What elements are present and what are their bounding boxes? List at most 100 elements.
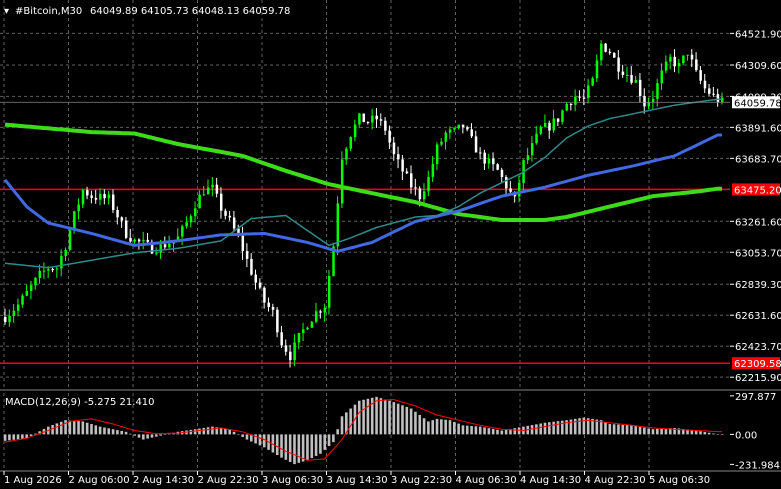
macd-histogram-bar bbox=[362, 399, 365, 435]
macd-histogram-bar bbox=[388, 400, 391, 435]
macd-histogram-bar bbox=[232, 431, 236, 435]
candle-body bbox=[345, 148, 348, 160]
macd-histogram-bar bbox=[98, 426, 102, 435]
candle-body bbox=[185, 222, 188, 227]
candle-body bbox=[120, 217, 124, 221]
macd-histogram-bar bbox=[21, 434, 24, 439]
time-tick-label: 2 Aug 22:30 bbox=[198, 475, 259, 486]
macd-histogram-bar bbox=[146, 434, 149, 439]
macd-histogram-bar bbox=[206, 427, 210, 435]
macd-histogram-bar bbox=[465, 425, 469, 435]
macd-histogram-bar bbox=[280, 434, 283, 458]
candle-body bbox=[219, 193, 223, 211]
trading-chart[interactable]: 63475.2062309.58 64521.9064309.6064099.3… bbox=[0, 0, 781, 489]
candle-body bbox=[60, 255, 63, 269]
macd-histogram-bar bbox=[643, 427, 646, 435]
macd-histogram-bar bbox=[72, 420, 76, 435]
candle-body bbox=[384, 120, 387, 131]
macd-histogram-bar bbox=[103, 427, 106, 435]
macd-histogram-bar bbox=[336, 429, 339, 435]
candle-body bbox=[155, 252, 158, 254]
macd-histogram-bar bbox=[12, 434, 16, 440]
candle-body bbox=[582, 97, 586, 99]
candle-body bbox=[224, 210, 227, 216]
macd-histogram-bar bbox=[3, 434, 7, 441]
time-tick-label: 3 Aug 14:30 bbox=[327, 475, 388, 486]
candle-body bbox=[405, 171, 409, 174]
macd-histogram-bar bbox=[694, 430, 698, 435]
candle-body bbox=[526, 155, 530, 161]
price-tick-label: 62215.90 bbox=[735, 373, 781, 384]
candle-body bbox=[271, 307, 275, 310]
candle-body bbox=[228, 215, 232, 218]
candle-body bbox=[302, 329, 305, 334]
macd-histogram-bar bbox=[608, 424, 612, 435]
macd-histogram-bar bbox=[202, 427, 206, 435]
macd-histogram-bar bbox=[81, 421, 85, 435]
macd-histogram-bar bbox=[513, 428, 517, 435]
macd-histogram-bar bbox=[414, 411, 417, 435]
candle-body bbox=[362, 113, 365, 123]
candle-body bbox=[55, 268, 59, 270]
macd-histogram-bar bbox=[327, 434, 331, 447]
candle-body bbox=[215, 184, 219, 194]
candle-body bbox=[284, 345, 288, 352]
price-tick-label: 62423.70 bbox=[735, 342, 781, 353]
macd-histogram-bar bbox=[116, 430, 119, 435]
macd-histogram-bar bbox=[349, 408, 352, 435]
candle-body bbox=[664, 61, 668, 71]
macd-histogram-bar bbox=[163, 434, 167, 435]
macd-histogram-bar bbox=[224, 428, 227, 435]
candle-body bbox=[496, 164, 499, 170]
macd-histogram-bar bbox=[16, 434, 20, 440]
current-price-label: 64059.78 bbox=[734, 98, 781, 109]
chart-menu-arrow-icon[interactable]: ▾ bbox=[4, 6, 9, 17]
macd-histogram-bar bbox=[664, 428, 668, 435]
candle-body bbox=[25, 290, 29, 296]
macd-histogram-bar bbox=[375, 396, 378, 435]
candle-body bbox=[479, 152, 482, 154]
macd-histogram-bar bbox=[142, 434, 145, 440]
macd-histogram-bar bbox=[193, 429, 197, 435]
candle-body bbox=[47, 269, 50, 271]
macd-histogram-bar bbox=[314, 434, 318, 456]
macd-histogram-bar bbox=[453, 421, 456, 435]
candle-body bbox=[34, 277, 37, 286]
candle-body bbox=[453, 128, 456, 130]
macd-histogram-bar bbox=[150, 434, 154, 438]
candle-body bbox=[64, 249, 67, 256]
macd-histogram-bar bbox=[530, 425, 534, 435]
candle-body bbox=[137, 239, 141, 242]
candle-body bbox=[625, 74, 629, 76]
candle-body bbox=[660, 70, 664, 84]
candle-body bbox=[591, 78, 594, 86]
candle-body bbox=[427, 176, 430, 192]
candle-body bbox=[561, 110, 564, 122]
macd-histogram-bar bbox=[107, 428, 111, 435]
macd-histogram-bar bbox=[198, 428, 201, 435]
candle-body bbox=[608, 51, 612, 54]
macd-histogram-bar bbox=[470, 425, 473, 435]
candle-body bbox=[530, 143, 534, 156]
macd-histogram-bar bbox=[612, 424, 616, 435]
macd-histogram-bar bbox=[129, 433, 132, 435]
candle-body bbox=[457, 124, 461, 129]
time-tick-label: 3 Aug 22:30 bbox=[391, 475, 452, 486]
candle-body bbox=[38, 270, 42, 278]
candle-body bbox=[712, 93, 715, 95]
candle-body bbox=[673, 56, 676, 67]
candle-body bbox=[418, 188, 422, 200]
candle-body bbox=[643, 95, 646, 107]
candle-body bbox=[505, 177, 508, 189]
candle-body bbox=[336, 203, 340, 247]
price-tick-label: 62839.30 bbox=[735, 280, 781, 291]
macd-histogram-bar bbox=[712, 433, 715, 435]
candle-body bbox=[77, 204, 80, 212]
price-tick-label: 62631.60 bbox=[735, 311, 781, 322]
price-tick-label: 63261.60 bbox=[735, 217, 781, 228]
candle-body bbox=[310, 321, 314, 328]
macd-histogram-bar bbox=[660, 428, 663, 435]
candle-body bbox=[168, 243, 171, 248]
price-tick-label: 64309.60 bbox=[735, 61, 781, 72]
macd-histogram-bar bbox=[34, 433, 37, 435]
